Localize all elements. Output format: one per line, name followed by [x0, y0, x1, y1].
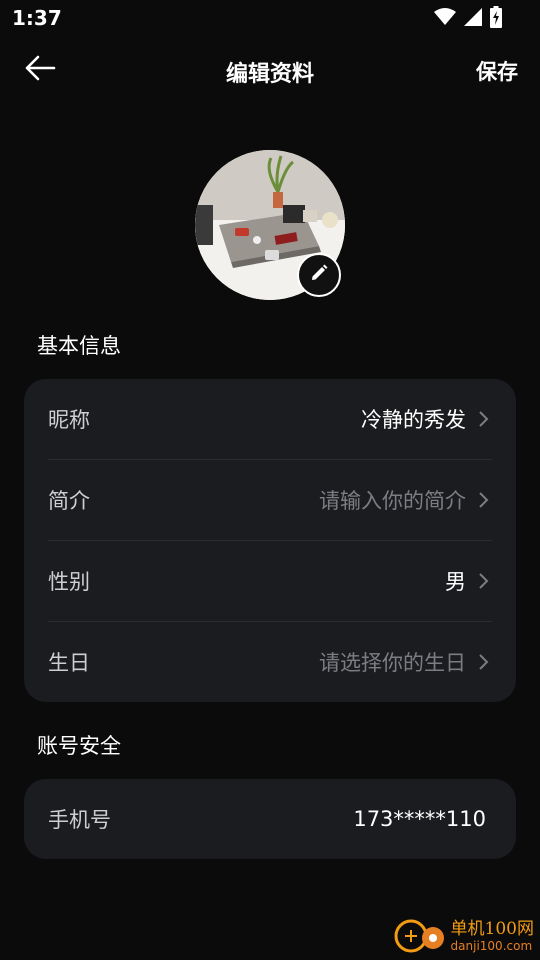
birthday-placeholder: 请选择你的生日 — [319, 651, 466, 675]
bio-row[interactable]: 简介 请输入你的简介 — [48, 459, 492, 540]
chevron-right-icon — [476, 490, 492, 510]
account-security-card: 手机号 173*****110 — [24, 779, 516, 859]
watermark-title: 单机100网 — [450, 918, 534, 939]
nickname-row[interactable]: 昵称 冷静的秀发 — [48, 379, 492, 459]
nickname-value: 冷静的秀发 — [361, 408, 466, 432]
pencil-icon — [309, 263, 329, 287]
row-label: 手机号 — [48, 808, 111, 832]
phone-row[interactable]: 手机号 173*****110 — [48, 779, 492, 859]
status-icons — [434, 6, 502, 32]
status-time: 1:37 — [12, 6, 62, 30]
row-label: 生日 — [48, 651, 90, 675]
watermark-url: danji100.com — [450, 938, 533, 953]
chevron-right-icon — [476, 571, 492, 591]
edit-avatar-button[interactable] — [297, 253, 341, 297]
cell-signal-icon — [464, 8, 482, 30]
header: 编辑资料 保存 — [0, 40, 540, 100]
gender-row[interactable]: 性别 男 — [48, 540, 492, 621]
status-bar: 1:37 — [0, 0, 540, 36]
row-label: 昵称 — [48, 408, 90, 432]
bio-placeholder: 请输入你的简介 — [319, 489, 466, 513]
save-button[interactable]: 保存 — [476, 56, 518, 86]
watermark-logo-icon — [393, 914, 447, 958]
watermark: 单机100网 danji100.com — [393, 914, 534, 958]
phone-value: 173*****110 — [353, 807, 486, 831]
gender-value: 男 — [445, 570, 466, 594]
chevron-right-icon — [476, 652, 492, 672]
battery-charging-icon — [490, 6, 502, 32]
chevron-right-icon — [476, 409, 492, 429]
birthday-row[interactable]: 生日 请选择你的生日 — [48, 621, 492, 702]
row-label: 性别 — [48, 570, 90, 594]
avatar-container — [195, 150, 345, 300]
page-title: 编辑资料 — [225, 62, 314, 87]
watermark-text: 单机100网 danji100.com — [450, 918, 534, 953]
row-label: 简介 — [48, 489, 90, 513]
basic-info-title: 基本信息 — [37, 334, 121, 358]
account-security-title: 账号安全 — [37, 734, 121, 758]
basic-info-card: 昵称 冷静的秀发 简介 请输入你的简介 性别 男 生日 请选择你的生日 — [24, 379, 516, 702]
wifi-icon — [434, 8, 456, 30]
